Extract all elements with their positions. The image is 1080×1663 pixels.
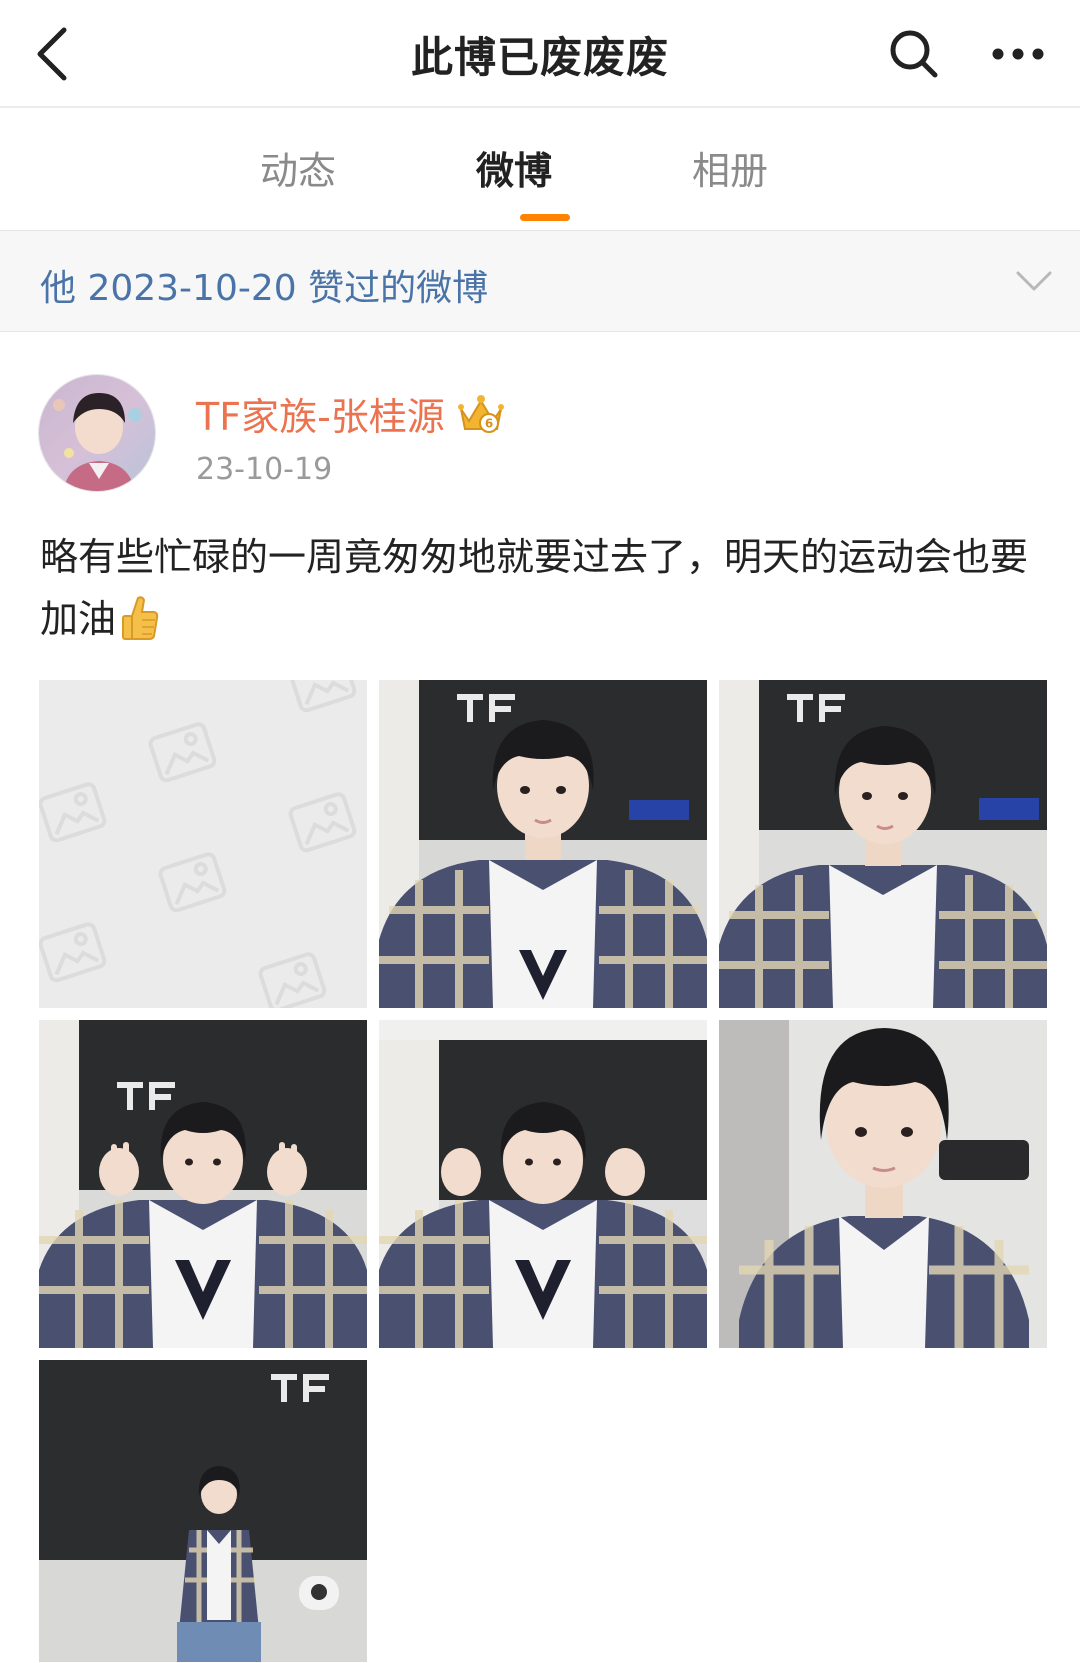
post-date: 23-10-19 <box>196 452 333 487</box>
post-body: 略有些忙碌的一周竟匆匆地就要过去了，明天的运动会也要加油 <box>40 526 1050 650</box>
photo-image <box>39 1020 367 1348</box>
weibo-post: TF家族-张桂源 6 23-10-19 略有些忙碌的一周竟匆匆地就要过去了，明天… <box>0 334 1080 1663</box>
svg-text:6: 6 <box>485 416 493 430</box>
photo-thumbnail[interactable] <box>379 680 707 1008</box>
author-row: TF家族-张桂源 6 <box>196 386 507 441</box>
photo-thumbnail[interactable] <box>719 1020 1047 1348</box>
top-bar: 此博已废废废 <box>0 0 1080 108</box>
thumbs-up-emoji-icon <box>122 596 159 640</box>
image-placeholder-icon <box>39 680 367 1008</box>
filter-bar[interactable]: 他 2023-10-20 赞过的微博 <box>0 230 1080 332</box>
active-tab-indicator <box>520 214 570 221</box>
photo-image <box>379 1020 707 1348</box>
search-icon <box>890 30 938 78</box>
photo-thumbnail[interactable] <box>719 680 1047 1008</box>
page-title: 此博已废废废 <box>410 33 669 82</box>
photo-image <box>379 680 707 1008</box>
post-text: 略有些忙碌的一周竟匆匆地就要过去了，明天的运动会也要加油 <box>40 535 1029 641</box>
filter-label: 他 2023-10-20 赞过的微博 <box>40 268 489 309</box>
photo-thumbnail[interactable] <box>39 1360 367 1662</box>
tab-dynamics[interactable]: 动态 <box>228 140 368 195</box>
avatar-image <box>39 375 155 491</box>
photo-placeholder[interactable] <box>39 680 367 1008</box>
more-dots-icon <box>992 48 1044 60</box>
search-button[interactable] <box>882 22 946 86</box>
tab-weibo[interactable]: 微博 <box>444 140 584 195</box>
vip-crown-icon: 6 <box>457 394 504 433</box>
photo-image <box>719 680 1047 1008</box>
more-button[interactable] <box>982 22 1054 86</box>
tab-album[interactable]: 相册 <box>660 140 800 195</box>
chevron-down-icon <box>1016 271 1052 291</box>
back-button[interactable] <box>22 20 82 88</box>
avatar[interactable] <box>38 374 156 492</box>
photo-thumbnail[interactable] <box>379 1020 707 1348</box>
photo-image <box>39 1360 367 1662</box>
photo-thumbnail[interactable] <box>39 1020 367 1348</box>
chevron-left-icon <box>37 27 67 81</box>
photo-image <box>719 1020 1047 1348</box>
author-name[interactable]: TF家族-张桂源 <box>196 386 445 441</box>
profile-tabs: 动态 微博 相册 <box>0 110 1080 228</box>
